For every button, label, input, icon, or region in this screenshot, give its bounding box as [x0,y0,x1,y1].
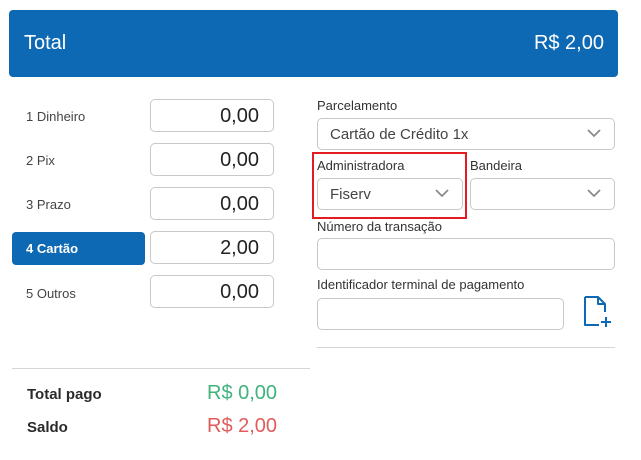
payment-label-cartao: 4 Cartão [26,241,79,256]
parcelamento-select[interactable]: Cartão de Crédito 1x [317,118,615,150]
payment-amount-pix[interactable]: 0,00 [150,143,274,176]
payment-amount-cartao[interactable]: 2,00 [150,231,274,264]
balance-label: Saldo [27,419,68,436]
parcelamento-value: Cartão de Crédito 1x [330,126,469,143]
document-add-icon[interactable] [581,295,613,329]
payment-amount-prazo[interactable]: 0,00 [150,187,274,220]
payment-label-pix[interactable]: 2 Pix [26,153,55,168]
total-paid-value: R$ 0,00 [207,382,278,404]
payment-label-outros[interactable]: 5 Outros [26,286,76,301]
total-amount: R$ 2,00 [533,32,604,54]
chevron-down-icon [587,189,601,198]
payment-label-prazo[interactable]: 3 Prazo [26,197,71,212]
terminal-input[interactable] [317,298,564,330]
total-paid-label: Total pago [27,386,102,403]
form-divider [317,347,615,348]
chevron-down-icon [587,129,601,138]
administradora-highlight [312,152,467,219]
transacao-label: Número da transação [317,219,443,234]
payment-amount-outros[interactable]: 0,00 [150,275,274,308]
balance-value: R$ 2,00 [207,415,278,437]
payment-amount-dinheiro[interactable]: 0,00 [150,99,274,132]
terminal-label: Identificador terminal de pagamento [317,277,525,292]
payment-label-dinheiro[interactable]: 1 Dinheiro [26,109,85,124]
summary-divider [12,368,310,369]
bandeira-select[interactable] [470,178,615,210]
transacao-input[interactable] [317,238,615,270]
bandeira-label: Bandeira [470,158,523,173]
total-title: Total [24,32,67,54]
parcelamento-label: Parcelamento [317,98,398,113]
payment-tab-cartao[interactable]: 4 Cartão [12,232,145,265]
total-header: Total R$ 2,00 [9,10,618,77]
